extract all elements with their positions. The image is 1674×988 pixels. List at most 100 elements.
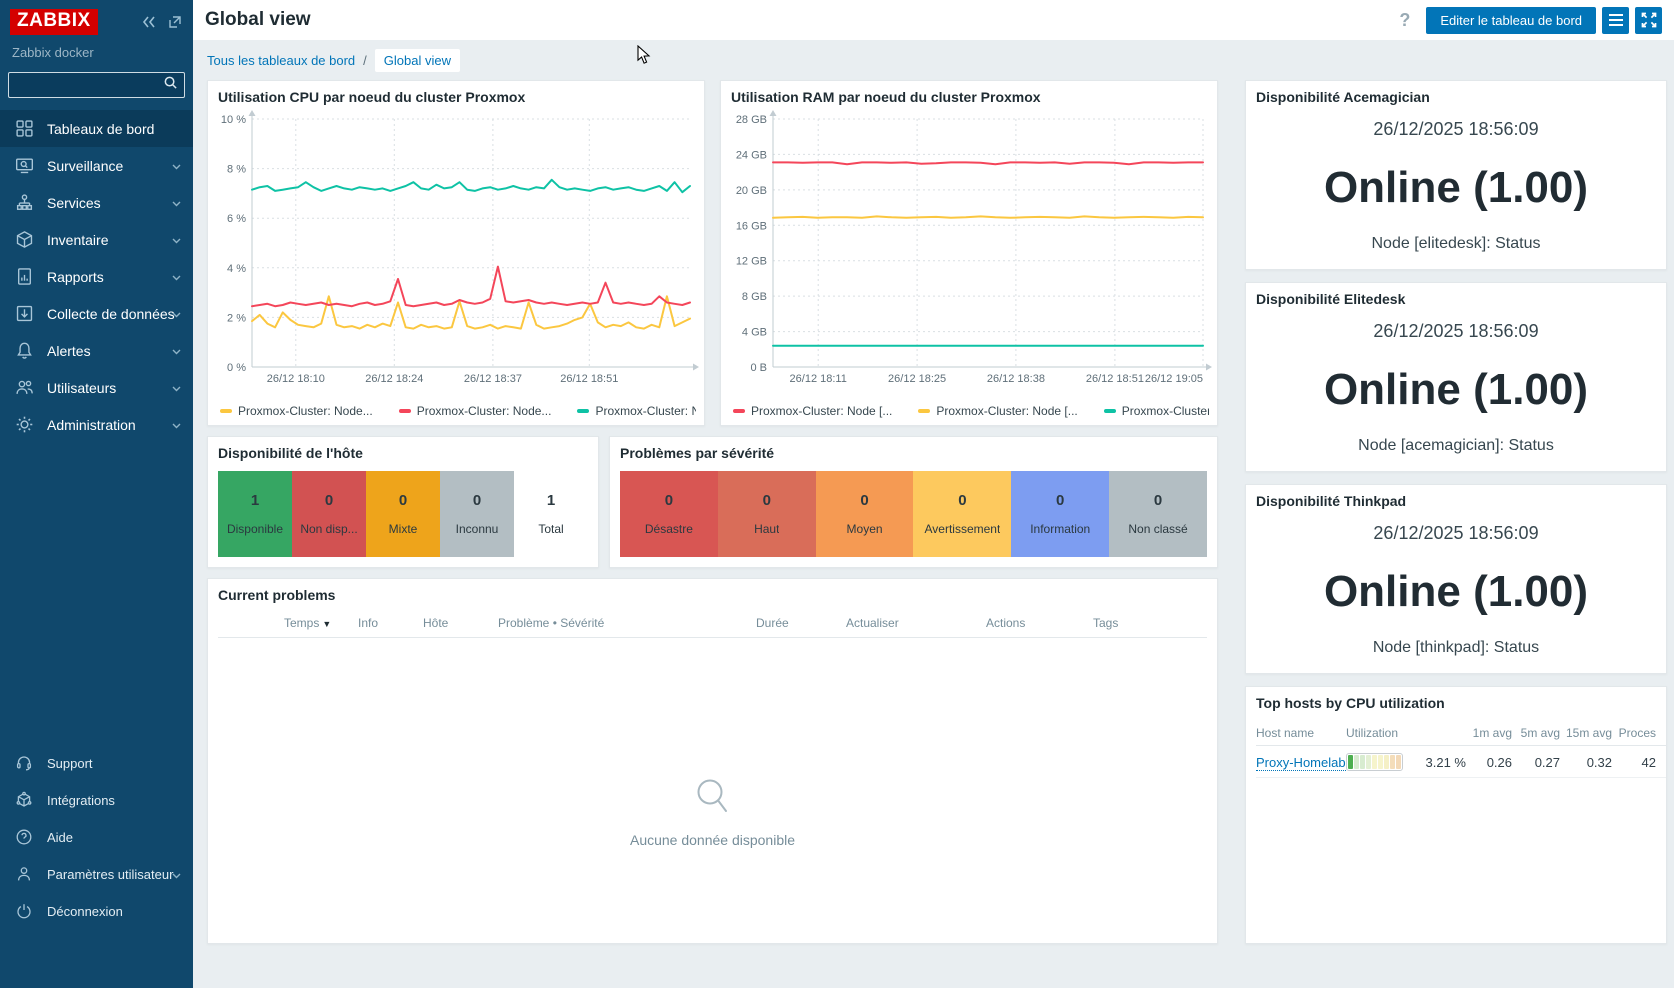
avg-1m-value: 0.26	[1466, 755, 1512, 770]
column-5m-avg: 5m avg	[1512, 726, 1560, 740]
tile-inconnu[interactable]: 0Inconnu	[440, 471, 514, 557]
legend-item[interactable]: Proxmox-Cluster: Node [...	[918, 404, 1077, 418]
tile-label: Total	[538, 522, 563, 536]
headset-icon	[15, 754, 35, 774]
chevron-down-icon	[172, 305, 181, 323]
ram-chart-legend: Proxmox-Cluster: Node [... Proxmox-Clust…	[733, 404, 1209, 418]
edit-dashboard-button[interactable]: Editer le tableau de bord	[1426, 7, 1596, 34]
widget-availability-acemagician: Disponibilité Acemagician 26/12/2025 18:…	[1245, 80, 1667, 270]
widget-title: Top hosts by CPU utilization	[1256, 695, 1656, 711]
sidebar-item-alertes[interactable]: Alertes	[0, 332, 193, 369]
column-actualiser: Actualiser	[846, 616, 899, 630]
tile-value: 0	[665, 492, 673, 509]
svg-text:26/12 18:10: 26/12 18:10	[267, 373, 325, 385]
sidebar-item-administration[interactable]: Administration	[0, 406, 193, 443]
legend-item[interactable]: Proxmox-Cluster: Node...	[220, 404, 373, 418]
legend-item[interactable]: Proxmox-Cluster: Node...	[399, 404, 552, 418]
tile-total[interactable]: 1 Total	[514, 471, 588, 557]
widget-availability-thinkpad: Disponibilité Thinkpad 26/12/2025 18:56:…	[1245, 484, 1667, 674]
sidebar-item-label: Paramètres utilisateur	[47, 867, 173, 882]
tile-label: Non disp...	[300, 522, 357, 536]
breadcrumb-separator: /	[363, 53, 367, 68]
availability-value: Online (1.00)	[1324, 544, 1588, 639]
sidebar-item-inventaire[interactable]: Inventaire	[0, 221, 193, 258]
legend-label: Proxmox-Cluster: Node [...	[936, 404, 1077, 418]
tile-avertissement[interactable]: 0Avertissement	[913, 471, 1011, 557]
sidebar-item-parametres-utilisateur[interactable]: Paramètres utilisateur	[0, 856, 193, 893]
legend-item[interactable]: Proxmox-Cluster: Node [...	[733, 404, 892, 418]
svg-text:26/12 18:25: 26/12 18:25	[888, 373, 946, 385]
top-hosts-row: Proxy-Homelab 3.21 % 0.26 0.27 0.32 42	[1256, 747, 1666, 778]
sidebar-item-utilisateurs[interactable]: Utilisateurs	[0, 369, 193, 406]
sidebar-item-rapports[interactable]: Rapports	[0, 258, 193, 295]
sidebar-item-surveillance[interactable]: Surveillance	[0, 147, 193, 184]
collapse-sidebar-icon[interactable]	[141, 14, 157, 30]
tile-haut[interactable]: 0 Haut	[718, 471, 816, 557]
tile-value: 0	[860, 492, 868, 509]
search-icon[interactable]	[163, 75, 178, 95]
legend-item[interactable]: Proxmox-Cluster: Node [...	[1104, 404, 1209, 418]
tile-information[interactable]: 0Information	[1011, 471, 1109, 557]
sidebar-item-label: Alertes	[47, 343, 91, 359]
host-link[interactable]: Proxy-Homelab	[1256, 755, 1346, 771]
svg-text:26/12 18:51: 26/12 18:51	[1086, 373, 1144, 385]
search-input[interactable]	[15, 77, 163, 94]
legend-label: Proxmox-Cluster: Node [...	[1122, 404, 1209, 418]
svg-text:0 B: 0 B	[750, 362, 767, 374]
sidebar-item-deconnexion[interactable]: Déconnexion	[0, 893, 193, 930]
data-collection-icon	[15, 304, 35, 324]
tile-label: Avertissement	[924, 522, 1000, 536]
sidebar-item-label: Utilisateurs	[47, 380, 116, 396]
tile-label: Haut	[754, 522, 779, 536]
sort-desc-icon: ▼	[322, 619, 331, 629]
sidebar-item-support[interactable]: Support	[0, 745, 193, 782]
chevron-down-icon	[172, 416, 181, 434]
tile-non-classe[interactable]: 0Non classé	[1109, 471, 1207, 557]
kiosk-mode-button[interactable]	[1635, 7, 1662, 34]
page-header: Global view ? Editer le tableau de bord	[193, 0, 1674, 40]
sidebar-item-services[interactable]: Services	[0, 184, 193, 221]
sidebar-item-label: Aide	[47, 830, 73, 845]
zabbix-logo[interactable]: ZABBIX	[10, 9, 98, 35]
availability-timestamp: 26/12/2025 18:56:09	[1373, 523, 1538, 544]
sidebar-item-integrations[interactable]: Intégrations	[0, 782, 193, 819]
widget-title: Disponibilité Elitedesk	[1256, 291, 1656, 307]
help-icon[interactable]: ?	[1399, 10, 1410, 31]
widget-top-hosts: Top hosts by CPU utilization Host name U…	[1245, 686, 1667, 944]
tile-non-disponible[interactable]: 0Non disp...	[292, 471, 366, 557]
column-15m-avg: 15m avg	[1560, 726, 1612, 740]
breadcrumb-all-dashboards[interactable]: Tous les tableaux de bord	[207, 53, 355, 68]
legend-item[interactable]: Proxmox-Cluster: Node...	[577, 404, 696, 418]
tile-value: 0	[763, 492, 771, 509]
hide-sidebar-icon[interactable]	[167, 14, 183, 30]
tile-desastre[interactable]: 0Désastre	[620, 471, 718, 557]
cpu-chart-legend: Proxmox-Cluster: Node... Proxmox-Cluster…	[220, 404, 696, 418]
tile-label: Non classé	[1128, 522, 1187, 536]
tile-value: 1	[547, 492, 555, 509]
chevron-down-icon	[172, 866, 181, 884]
sidebar-item-label: Tableaux de bord	[47, 121, 154, 137]
breadcrumb-current[interactable]: Global view	[375, 49, 460, 72]
top-hosts-header: Host name Utilization 1m avg 5m avg 15m …	[1256, 721, 1666, 746]
help-circle-icon	[15, 828, 35, 848]
sidebar-item-aide[interactable]: Aide	[0, 819, 193, 856]
sidebar-item-collecte-de-donnees[interactable]: Collecte de données	[0, 295, 193, 332]
sidebar-item-label: Déconnexion	[47, 904, 123, 919]
chevron-down-icon	[172, 379, 181, 397]
svg-text:26/12 18:51: 26/12 18:51	[560, 373, 618, 385]
sidebar-item-tableaux-de-bord[interactable]: Tableaux de bord	[0, 110, 193, 147]
tile-moyen[interactable]: 0Moyen	[816, 471, 914, 557]
user-icon	[15, 865, 35, 885]
tile-mixte[interactable]: 0Mixte	[366, 471, 440, 557]
legend-label: Proxmox-Cluster: Node...	[595, 404, 696, 418]
availability-body: 26/12/2025 18:56:09 Online (1.00) Node […	[1256, 513, 1656, 667]
svg-text:24 GB: 24 GB	[736, 149, 767, 161]
tile-label: Inconnu	[456, 522, 499, 536]
column-temps[interactable]: Temps▼	[284, 616, 331, 630]
column-probleme-severite: Problème • Sévérité	[498, 616, 604, 630]
widget-availability-elitedesk: Disponibilité Elitedesk 26/12/2025 18:56…	[1245, 282, 1667, 472]
column-host-name: Host name	[1256, 726, 1346, 740]
dashboard-menu-button[interactable]	[1602, 7, 1629, 34]
tile-disponible[interactable]: 1Disponible	[218, 471, 292, 557]
widget-title: Utilisation RAM par noeud du cluster Pro…	[731, 89, 1207, 105]
